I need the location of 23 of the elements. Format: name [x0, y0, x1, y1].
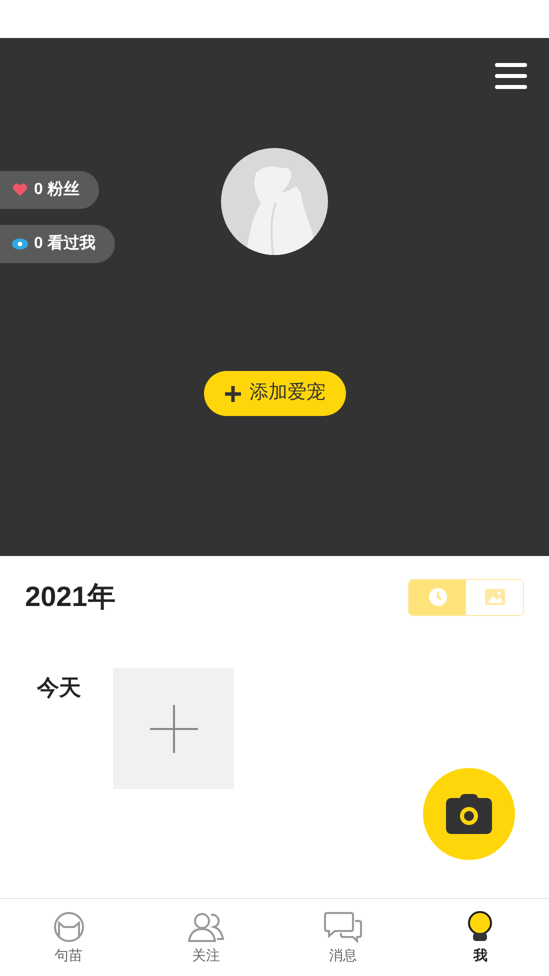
day-label: 今天: [37, 674, 81, 702]
nav-tab[interactable]: 句苗: [0, 899, 138, 976]
clock-icon: [428, 588, 446, 606]
lightbulb-icon: [466, 911, 494, 943]
plus-icon: [150, 704, 198, 752]
heart-icon: [12, 183, 28, 197]
image-icon: [484, 589, 504, 605]
nav-tab[interactable]: 我: [412, 899, 549, 976]
stat-pill[interactable]: 0 粉丝: [0, 171, 100, 209]
stat-pill[interactable]: 0 看过我: [0, 225, 116, 263]
menu-icon[interactable]: [495, 62, 527, 90]
plus-icon: [224, 384, 242, 402]
add-photo-tile[interactable]: [113, 668, 234, 789]
year-heading: 2021年: [25, 580, 116, 614]
nav-tab[interactable]: 关注: [137, 899, 274, 976]
camera-icon: [446, 794, 492, 834]
view-toggle-tab[interactable]: [409, 580, 466, 614]
chat-bubbles-icon: [323, 911, 364, 943]
cat-face-icon: [52, 911, 85, 943]
eye-icon: [12, 238, 28, 250]
people-icon: [186, 911, 225, 943]
nav-tab[interactable]: 消息: [274, 899, 412, 976]
add-pet-button[interactable]: 添加爱宠: [204, 371, 346, 416]
